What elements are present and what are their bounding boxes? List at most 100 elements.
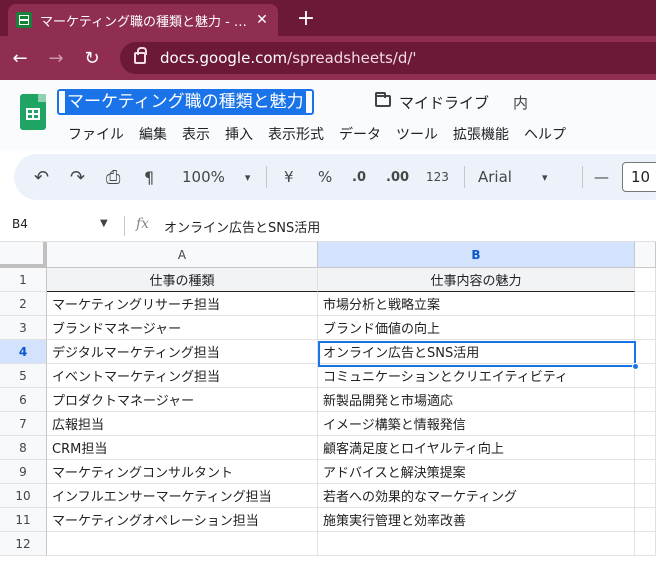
lock-icon[interactable] <box>134 47 147 64</box>
cell-c11[interactable] <box>635 508 656 532</box>
cell-b3[interactable]: ブランド価値の向上 <box>318 316 635 340</box>
cell-b8[interactable]: 顧客満足度とロイヤルティ向上 <box>318 436 635 460</box>
font-size-input[interactable]: 10 <box>622 162 656 192</box>
undo-icon[interactable]: ↶ <box>34 165 49 189</box>
cell-b1[interactable]: 仕事内容の魅力 <box>318 268 635 292</box>
cell-a9[interactable]: マーケティングコンサルタント <box>47 460 318 484</box>
cell-b11[interactable]: 施策実行管理と効率改善 <box>318 508 635 532</box>
menu-help[interactable]: ヘルプ <box>524 124 566 144</box>
decrease-decimal-button[interactable]: .0 <box>352 165 366 189</box>
row-header[interactable]: 8 <box>0 436 47 460</box>
document-title: マーケティング職の種類と魅力 <box>65 91 306 113</box>
drive-location[interactable]: マイドライブ <box>399 92 489 113</box>
cell-c2[interactable] <box>635 292 656 316</box>
menu-insert[interactable]: 挿入 <box>225 124 253 144</box>
name-box-dropdown-icon[interactable]: ▼ <box>100 218 108 229</box>
cell-a11[interactable]: マーケティングオペレーション担当 <box>47 508 318 532</box>
column-header-b[interactable]: B <box>318 242 635 268</box>
toolbar-divider <box>582 166 583 188</box>
row-header[interactable]: 10 <box>0 484 47 508</box>
row-header[interactable]: 6 <box>0 388 47 412</box>
cell-a3[interactable]: ブランドマネージャー <box>47 316 318 340</box>
formula-bar: B4 ▼ fx オンライン広告とSNS活用 <box>0 210 656 242</box>
row-header[interactable]: 1 <box>0 268 47 292</box>
cell-c7[interactable] <box>635 412 656 436</box>
cell-b4[interactable]: オンライン広告とSNS活用 <box>318 340 635 364</box>
folder-icon[interactable] <box>375 92 391 107</box>
menu-format[interactable]: 表示形式 <box>268 124 324 144</box>
paint-format-icon[interactable]: ¶ <box>144 165 154 189</box>
redo-icon[interactable]: ↷ <box>70 165 85 189</box>
percent-button[interactable]: % <box>318 165 332 189</box>
row-header[interactable]: 11 <box>0 508 47 532</box>
url-bar[interactable]: docs.google.com /spreadsheets/d/' <box>120 42 656 74</box>
cell-c1[interactable] <box>635 268 656 292</box>
select-all-corner[interactable] <box>0 242 47 268</box>
cell-c12[interactable] <box>635 532 656 556</box>
cell-a7[interactable]: 広報担当 <box>47 412 318 436</box>
zoom-select[interactable]: 100% ▾ <box>182 165 250 189</box>
close-tab-icon[interactable]: ✕ <box>254 12 270 28</box>
cell-a10[interactable]: インフルエンサーマーケティング担当 <box>47 484 318 508</box>
name-box[interactable]: B4 <box>12 217 28 231</box>
document-title-input[interactable]: マーケティング職の種類と魅力 <box>57 89 314 115</box>
row-header[interactable]: 2 <box>0 292 47 316</box>
cell-b10[interactable]: 若者への効果的なマーケティング <box>318 484 635 508</box>
cell-c3[interactable] <box>635 316 656 340</box>
drive-location-extra: 内 <box>513 94 529 112</box>
increase-decimal-button[interactable]: .00 <box>386 165 409 189</box>
toolbar-divider <box>266 166 267 188</box>
menu-edit[interactable]: 編集 <box>139 124 167 144</box>
forward-button[interactable]: → <box>40 42 72 74</box>
cell-c9[interactable] <box>635 460 656 484</box>
fill-handle[interactable] <box>632 363 639 370</box>
cell-c4[interactable] <box>635 340 656 364</box>
cell-c10[interactable] <box>635 484 656 508</box>
menu-data[interactable]: データ <box>339 124 381 144</box>
font-select[interactable]: Arial ▾ <box>478 165 548 189</box>
cell-a8[interactable]: CRM担当 <box>47 436 318 460</box>
formula-divider <box>124 216 125 236</box>
sheets-logo-icon[interactable] <box>20 94 46 130</box>
cell-a6[interactable]: プロダクトマネージャー <box>47 388 318 412</box>
row-header[interactable]: 7 <box>0 412 47 436</box>
cell-b2[interactable]: 市場分析と戦略立案 <box>318 292 635 316</box>
cell-b9[interactable]: アドバイスと解決策提案 <box>318 460 635 484</box>
cell-a12[interactable] <box>47 532 318 556</box>
cell-b12[interactable] <box>318 532 635 556</box>
menu-tools[interactable]: ツール <box>396 124 438 144</box>
formula-input[interactable]: オンライン広告とSNS活用 <box>164 217 320 236</box>
fx-icon: fx <box>136 216 150 232</box>
url-host: docs.google.com <box>160 49 288 67</box>
row-header[interactable]: 12 <box>0 532 47 556</box>
cell-c8[interactable] <box>635 436 656 460</box>
column-header-a[interactable]: A <box>47 242 318 268</box>
zoom-value: 100% <box>182 168 225 186</box>
url-path: /spreadsheets/d/' <box>287 49 417 67</box>
column-header-c[interactable] <box>635 242 656 268</box>
cell-a5[interactable]: イベントマーケティング担当 <box>47 364 318 388</box>
row-header[interactable]: 5 <box>0 364 47 388</box>
cell-a4[interactable]: デジタルマーケティング担当 <box>47 340 318 364</box>
sheets-favicon-icon <box>16 12 32 28</box>
currency-button[interactable]: ¥ <box>284 165 294 189</box>
cell-b5[interactable]: コミュニケーションとクリエイティビティ <box>318 364 635 388</box>
cell-c6[interactable] <box>635 388 656 412</box>
menu-file[interactable]: ファイル <box>68 124 124 144</box>
cell-a1[interactable]: 仕事の種類 <box>47 268 318 292</box>
reload-button[interactable]: ↻ <box>76 42 108 74</box>
cell-b6[interactable]: 新製品開発と市場適応 <box>318 388 635 412</box>
cell-b7[interactable]: イメージ構築と情報発信 <box>318 412 635 436</box>
row-header[interactable]: 4 <box>0 340 47 364</box>
back-button[interactable]: ← <box>4 42 36 74</box>
menu-extensions[interactable]: 拡張機能 <box>453 124 509 144</box>
cell-a2[interactable]: マーケティングリサーチ担当 <box>47 292 318 316</box>
decrease-font-size-button[interactable]: — <box>594 165 609 189</box>
row-header[interactable]: 9 <box>0 460 47 484</box>
browser-tab[interactable]: マーケティング職の種類と魅力 - Goo ✕ <box>8 4 278 36</box>
more-formats-button[interactable]: 123 <box>426 165 449 189</box>
row-header[interactable]: 3 <box>0 316 47 340</box>
new-tab-button[interactable]: + <box>294 6 318 31</box>
print-icon[interactable]: ⎙ <box>106 165 120 189</box>
menu-view[interactable]: 表示 <box>182 124 210 144</box>
